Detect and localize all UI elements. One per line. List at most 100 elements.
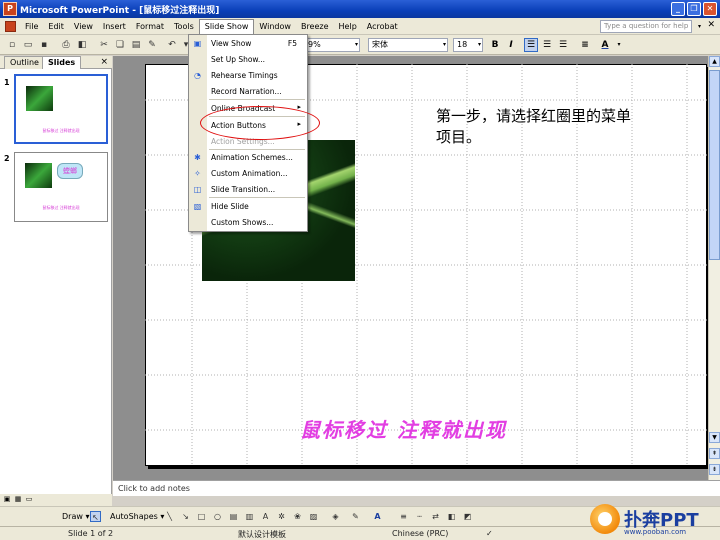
previous-slide-icon[interactable]: ⇞ [709,448,720,459]
menu-file[interactable]: File [20,19,43,34]
diagram-icon[interactable]: ✲ [276,511,287,522]
normal-view-icon[interactable]: ▣ [2,495,12,504]
close-document-button[interactable]: ✕ [707,20,715,30]
menu-item-set-up-show[interactable]: Set Up Show... [189,52,307,67]
dash-style-icon[interactable]: ┄ [414,511,425,522]
italic-button[interactable]: I [504,38,518,52]
wordart-icon[interactable]: A [260,511,271,522]
line-color-icon[interactable]: ✎ [350,511,361,522]
menu-item-slide-transition[interactable]: ◫ Slide Transition... [189,182,307,197]
slide-thumbnail-2[interactable]: 螳螂 鼠标移过 注释就出现 [14,152,108,222]
fill-color-icon[interactable]: ◈ [330,511,341,522]
tab-slides[interactable]: Slides [42,56,82,69]
slide-caption[interactable]: 鼠标移过 注释就出现 [300,414,570,443]
textbox-icon[interactable]: ▤ [228,511,239,522]
align-right-icon[interactable]: ☰ [556,38,570,52]
next-slide-icon[interactable]: ⇟ [709,464,720,475]
scroll-down-icon[interactable]: ▼ [709,432,720,443]
red-highlight-circle [200,106,320,140]
copy-icon[interactable]: ❏ [114,39,126,51]
sorter-view-icon[interactable]: ▦ [13,495,23,504]
menu-item-hide-slide[interactable]: ▧ Hide Slide [189,199,307,214]
new-icon[interactable]: ▫ [6,39,18,51]
rehearse-icon: ◔ [194,71,201,80]
menu-acrobat[interactable]: Acrobat [362,19,403,34]
3d-icon[interactable]: ◩ [462,511,473,522]
help-question-input[interactable]: Type a question for help [600,20,692,33]
arrow-style-icon[interactable]: ⇄ [430,511,441,522]
slide-thumbnail-1[interactable]: 鼠标移过 注释就出现 [14,74,108,144]
minimize-button[interactable]: _ [671,2,685,16]
menu-item-custom-shows[interactable]: Custom Shows... [189,215,307,230]
instruction-text[interactable]: 第一步，请选择红圈里的菜单项目。 [436,106,636,148]
oval-icon[interactable]: ○ [212,511,223,522]
hide-slide-icon: ▧ [193,202,202,211]
toolbar: ▫ ▭ ▪ ⎙ ◧ ✂ ❏ ▤ ✎ ↶ ▾ 9% ▾ 宋体 ▾ 18 ▾ B I… [0,35,720,55]
scroll-thumb[interactable] [709,70,720,260]
window-title: Microsoft PowerPoint - [鼠标移过注释出现] [20,5,220,16]
menu-item-animation-schemes[interactable]: ✱ Animation Schemes... [189,150,307,165]
font-color-button[interactable]: A [598,38,612,52]
font-color-draw-icon[interactable]: A [372,511,383,522]
paste-icon[interactable]: ▤ [130,39,142,51]
menu-item-custom-animation[interactable]: ✧ Custom Animation... [189,166,307,181]
picture-icon[interactable]: ▨ [308,511,319,522]
slide-transition-icon: ◫ [193,185,202,194]
bullets-icon[interactable]: ≡ [578,38,592,52]
print-icon[interactable]: ⎙ [60,39,72,51]
menu-view[interactable]: View [69,19,98,34]
close-button[interactable]: ✕ [703,2,717,16]
menu-item-view-show[interactable]: ▣ View Show F5 [189,36,307,51]
menu-edit[interactable]: Edit [43,19,69,34]
menu-insert[interactable]: Insert [98,19,131,34]
align-left-icon[interactable]: ☰ [524,38,538,52]
pooban-logo: 扑奔PPT www.pooban.com [590,497,720,540]
document-icon[interactable] [5,20,16,32]
menu-item-record-narration[interactable]: Record Narration... [189,84,307,99]
notes-pane[interactable]: Click to add notes [113,480,720,496]
cut-icon[interactable]: ✂ [98,39,110,51]
save-icon[interactable]: ▪ [38,39,50,51]
font-color-dropdown-icon[interactable]: ▾ [612,38,626,52]
align-center-icon[interactable]: ☰ [540,38,554,52]
help-dropdown-icon[interactable]: ▾ [698,23,701,30]
line-icon[interactable]: ╲ [164,511,175,522]
thumbnail-caption: 鼠标移过 注释就出现 [42,128,80,133]
close-pane-button[interactable]: × [100,56,108,69]
chevron-down-icon: ▾ [477,41,481,48]
line-style-icon[interactable]: ≡ [398,511,409,522]
menu-format[interactable]: Format [131,19,169,34]
rectangle-icon[interactable]: □ [196,511,207,522]
menu-window[interactable]: Window [254,19,296,34]
menu-item-rehearse-timings[interactable]: ◔ Rehearse Timings [189,68,307,83]
font-size-select[interactable]: 18 ▾ [453,38,483,52]
menu-bar: File Edit View Insert Format Tools Slide… [0,18,720,35]
vertical-textbox-icon[interactable]: ▥ [244,511,255,522]
scroll-up-icon[interactable]: ▲ [709,56,720,67]
shadow-icon[interactable]: ◧ [446,511,457,522]
custom-animation-icon: ✧ [194,169,201,178]
menu-tools[interactable]: Tools [169,19,199,34]
vertical-scrollbar[interactable]: ▲ ▼ ⇞ ⇟ [708,56,720,480]
undo-icon[interactable]: ↶ [166,39,178,51]
menu-breeze[interactable]: Breeze [296,19,334,34]
arrow-icon[interactable]: ↘ [180,511,191,522]
restore-button[interactable]: ❐ [687,2,701,16]
zoom-select[interactable]: 9% ▾ [305,38,360,52]
chevron-down-icon: ▾ [354,41,358,48]
clipart-icon[interactable]: ❀ [292,511,303,522]
menu-help[interactable]: Help [334,19,362,34]
draw-menu[interactable]: Draw ▾ [62,512,89,521]
font-value: 宋体 [372,40,388,49]
bold-button[interactable]: B [488,38,502,52]
select-pointer-icon[interactable]: ↖ [90,511,101,522]
open-icon[interactable]: ▭ [22,39,34,51]
tab-outline[interactable]: Outline [4,56,45,69]
autoshapes-menu[interactable]: AutoShapes ▾ [110,512,164,521]
preview-icon[interactable]: ◧ [76,39,88,51]
format-painter-icon[interactable]: ✎ [146,39,158,51]
animation-schemes-icon: ✱ [194,153,201,162]
slideshow-view-icon[interactable]: ▭ [24,495,34,504]
font-select[interactable]: 宋体 ▾ [368,38,448,52]
menu-slide-show[interactable]: Slide Show [198,18,255,34]
